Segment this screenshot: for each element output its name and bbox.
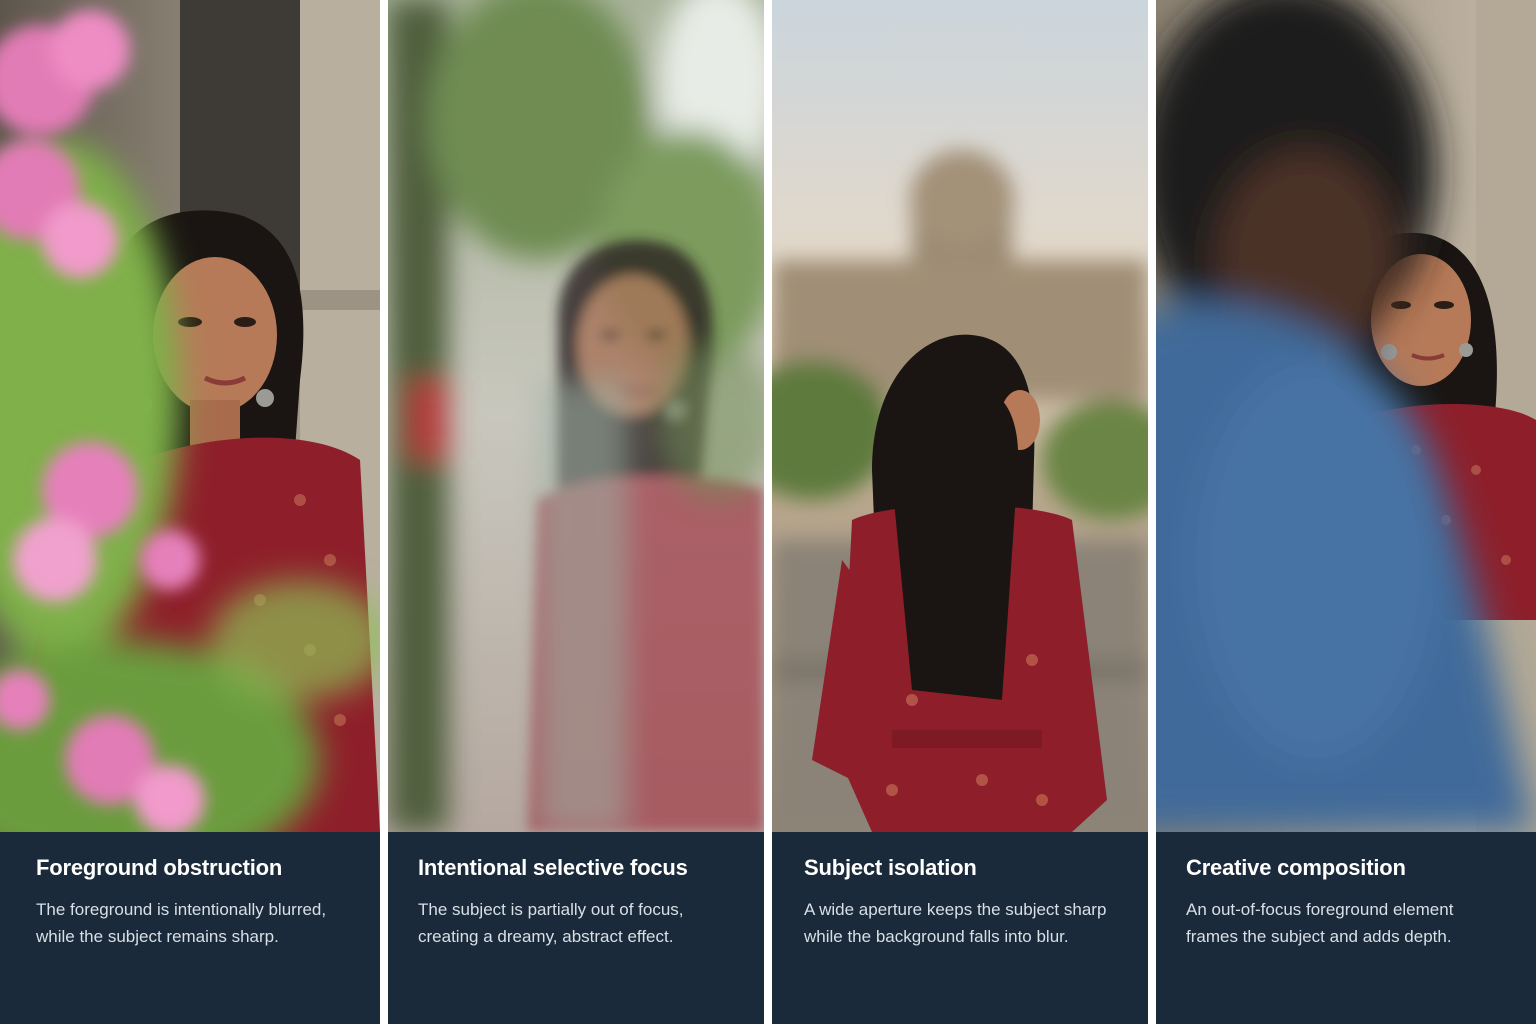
photo-creative-composition (1156, 0, 1536, 832)
caption-subject-isolation: Subject isolation A wide aperture keeps … (772, 832, 1148, 1024)
panel-creative-composition: Creative composition An out-of-focus for… (1156, 0, 1536, 1024)
caption-description-line: while the subject remains sharp. (36, 927, 279, 946)
caption-description: A wide aperture keeps the subject sharp … (804, 896, 1112, 950)
caption-title: Subject isolation (804, 855, 977, 880)
panel-subject-isolation: Subject isolation A wide aperture keeps … (772, 0, 1148, 1024)
caption-description: The foreground is intentionally blurred,… (36, 896, 344, 950)
caption-description-line: The foreground is intentionally blurred, (36, 900, 327, 919)
panel-foreground-obstruction: Foreground obstruction The foreground is… (0, 0, 380, 1024)
caption-description-line: A wide aperture keeps the subject sharp (804, 900, 1107, 919)
caption-creative-composition: Creative composition An out-of-focus for… (1156, 832, 1536, 1024)
caption-description: The subject is partially out of focus, c… (418, 896, 728, 950)
caption-foreground-obstruction: Foreground obstruction The foreground is… (0, 832, 380, 1024)
caption-description-line: creating a dreamy, abstract effect. (418, 927, 674, 946)
photo-selective-focus (388, 0, 764, 832)
caption-description-line: while the background falls into blur. (804, 927, 1069, 946)
photo-subject-isolation (772, 0, 1148, 832)
caption-selective-focus: Intentional selective focus The subject … (388, 832, 764, 1024)
caption-title: Intentional selective focus (418, 855, 688, 880)
caption-title: Foreground obstruction (36, 855, 283, 880)
caption-description-line: frames the subject and adds depth. (1186, 927, 1452, 946)
caption-title: Creative composition (1186, 855, 1406, 880)
caption-description: An out-of-focus foreground element frame… (1186, 896, 1500, 950)
photo-foreground-obstruction (0, 0, 380, 832)
caption-description-line: The subject is partially out of focus, (418, 900, 684, 919)
caption-description-line: An out-of-focus foreground element (1186, 900, 1454, 919)
panel-selective-focus: Intentional selective focus The subject … (388, 0, 764, 1024)
